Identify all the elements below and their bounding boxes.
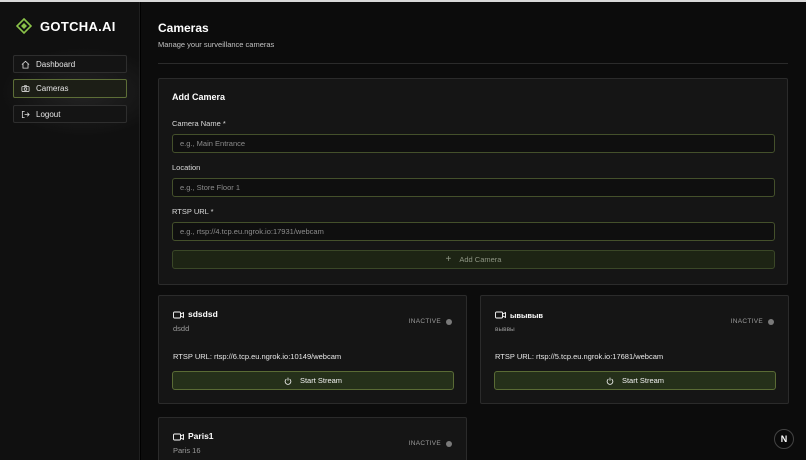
home-icon [21, 60, 30, 69]
video-camera-icon [495, 311, 506, 319]
plus-icon: + [445, 254, 452, 265]
add-camera-title: Add Camera [172, 92, 226, 102]
power-icon [284, 377, 292, 385]
status-badge: INACTIVE [409, 318, 452, 325]
start-stream-button[interactable]: Start Stream [172, 371, 454, 390]
status-dot-icon [768, 318, 774, 325]
sidebar-item-label: Logout [36, 109, 61, 119]
sidebar-item-label: Dashboard [36, 59, 76, 69]
status-label: INACTIVE [408, 318, 441, 325]
status-dot-icon [446, 318, 452, 325]
page-subtitle: Manage your surveillance cameras [158, 40, 275, 49]
add-camera-button[interactable]: + Add Camera [172, 250, 775, 269]
camera-name: ывывыв [510, 311, 544, 320]
status-dot-icon [446, 440, 452, 447]
status-badge: INACTIVE [409, 440, 452, 447]
main-content: Cameras Manage your surveillance cameras… [141, 2, 806, 460]
add-camera-button-label: Add Camera [459, 255, 502, 264]
start-stream-button[interactable]: Start Stream [494, 371, 776, 390]
sidebar-item-logout[interactable]: Logout [13, 105, 127, 123]
sidebar-item-dashboard[interactable]: Dashboard [13, 55, 127, 73]
video-camera-icon [173, 311, 184, 319]
status-badge: INACTIVE [731, 318, 774, 325]
power-icon [606, 377, 614, 385]
brand-name: GOTCHA.AI [40, 18, 116, 34]
camera-card: Paris1 Paris 16 INACTIVE [158, 417, 467, 460]
camera-card: sdsdsd dsdd INACTIVE RTSP URL: rtsp://6.… [158, 295, 467, 404]
camera-location: выввы [495, 326, 515, 333]
next-js-badge-button[interactable]: N [774, 429, 794, 449]
camera-location: Paris 16 [173, 446, 201, 455]
logout-icon [21, 110, 30, 118]
camera-name-input[interactable] [172, 134, 775, 153]
status-label: INACTIVE [408, 440, 441, 447]
camera-name: sdsdsd [188, 309, 218, 319]
camera-card: ывывыв выввы INACTIVE RTSP URL: rtsp://5… [480, 295, 789, 404]
camera-location: dsdd [173, 324, 190, 333]
sidebar: GOTCHA.AI Dashboard Cameras Logout [0, 2, 140, 460]
add-camera-panel: Add Camera Camera Name * Location RTSP U… [158, 78, 788, 285]
rtsp-url-input[interactable] [172, 222, 775, 241]
status-label: INACTIVE [730, 318, 763, 325]
brand[interactable]: GOTCHA.AI [16, 18, 116, 34]
camera-rtsp-url: RTSP URL: rtsp://6.tcp.eu.ngrok.io:10149… [173, 352, 342, 361]
video-camera-icon [173, 433, 184, 441]
start-stream-label: Start Stream [621, 376, 665, 385]
page-title: Cameras [158, 21, 209, 35]
camera-icon [21, 85, 30, 92]
rtsp-url-label: RTSP URL * [172, 207, 214, 216]
brand-logo-icon [16, 18, 32, 34]
camera-rtsp-url: RTSP URL: rtsp://5.tcp.eu.ngrok.io:17681… [495, 352, 664, 361]
location-input[interactable] [172, 178, 775, 197]
sidebar-item-label: Cameras [36, 84, 69, 93]
camera-name-label: Camera Name * [172, 119, 226, 128]
header-divider [158, 63, 788, 64]
sidebar-item-cameras[interactable]: Cameras [13, 79, 127, 98]
camera-name: Paris1 [188, 431, 214, 441]
start-stream-label: Start Stream [299, 376, 343, 385]
location-label: Location [172, 163, 201, 172]
